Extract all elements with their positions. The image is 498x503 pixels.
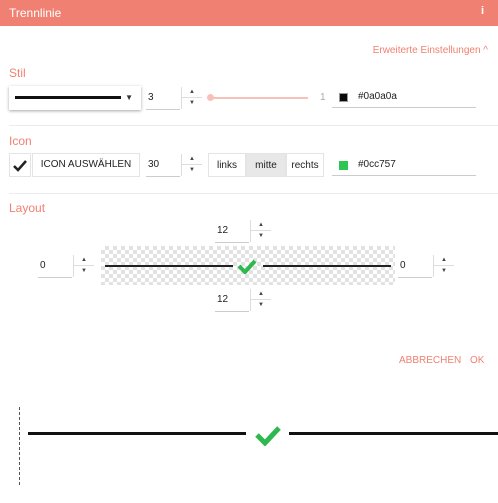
icon-size-input[interactable]: 30: [146, 155, 180, 177]
preview-line-left: [105, 265, 233, 267]
stepper-down-icon[interactable]: ▼: [182, 98, 202, 109]
margin-top-stepper[interactable]: ▲ ▼: [250, 220, 271, 242]
stepper-up-icon[interactable]: ▲: [182, 87, 202, 98]
cursor-guide: [19, 407, 20, 485]
document-line-left: [28, 432, 246, 435]
stepper-down-icon[interactable]: ▼: [251, 231, 271, 242]
choose-icon-button[interactable]: ICON AUSWÄHLEN: [32, 153, 140, 177]
margin-left-stepper[interactable]: ▲ ▼: [73, 255, 94, 277]
check-icon: [237, 259, 257, 274]
icon-color-field[interactable]: #0cc757: [332, 154, 476, 176]
dialog-title: Trennlinie: [9, 6, 62, 20]
check-icon: [255, 426, 281, 446]
margin-bottom-stepper[interactable]: ▲ ▼: [250, 289, 271, 311]
cancel-button[interactable]: ABBRECHEN: [399, 355, 461, 366]
stepper-up-icon[interactable]: ▲: [251, 220, 271, 231]
info-icon[interactable]: i: [481, 5, 484, 17]
chevron-down-icon: ▼: [125, 93, 133, 102]
layout-section-label: Layout: [9, 201, 46, 215]
line-style-preview: [15, 96, 121, 99]
icon-size-stepper[interactable]: ▲ ▼: [181, 154, 202, 176]
margin-bottom-input[interactable]: 12: [215, 290, 249, 312]
advanced-settings-link[interactable]: Erweiterte Einstellungen ^: [373, 45, 488, 56]
align-left-button[interactable]: links: [208, 153, 246, 177]
stepper-up-icon[interactable]: ▲: [182, 154, 202, 165]
icon-preview-button[interactable]: [9, 153, 31, 177]
icon-section-label: Icon: [9, 134, 32, 148]
ok-button[interactable]: OK: [470, 355, 484, 366]
margin-top-input[interactable]: 12: [215, 221, 249, 243]
document-line-right: [289, 432, 498, 435]
line-opacity-slider[interactable]: [210, 97, 308, 99]
stepper-up-icon[interactable]: ▲: [74, 255, 94, 266]
line-width-input[interactable]: 3: [146, 88, 180, 110]
check-icon: [13, 160, 27, 172]
stepper-up-icon[interactable]: ▲: [251, 289, 271, 300]
icon-color-swatch[interactable]: [339, 161, 348, 170]
layout-preview: [101, 246, 395, 285]
line-color-hex: #0a0a0a: [358, 91, 397, 102]
divider: [9, 193, 498, 194]
line-width-stepper[interactable]: ▲ ▼: [181, 87, 202, 109]
stepper-down-icon[interactable]: ▼: [182, 165, 202, 176]
align-right-button[interactable]: rechts: [286, 153, 324, 177]
align-center-button[interactable]: mitte: [246, 153, 286, 177]
margin-right-input[interactable]: 0: [398, 256, 432, 278]
stepper-down-icon[interactable]: ▼: [434, 266, 454, 277]
icon-color-hex: #0cc757: [358, 159, 396, 170]
line-style-select[interactable]: ▼: [9, 86, 141, 110]
dialog-titlebar: Trennlinie i: [0, 0, 498, 26]
style-section-label: Stil: [9, 66, 26, 80]
line-color-swatch[interactable]: [339, 93, 348, 102]
divider: [9, 125, 498, 126]
stepper-down-icon[interactable]: ▼: [251, 300, 271, 311]
line-color-field[interactable]: #0a0a0a: [332, 86, 476, 108]
stepper-up-icon[interactable]: ▲: [434, 255, 454, 266]
margin-right-stepper[interactable]: ▲ ▼: [433, 255, 454, 277]
margin-left-input[interactable]: 0: [38, 256, 72, 278]
preview-line-right: [263, 265, 391, 267]
stepper-down-icon[interactable]: ▼: [74, 266, 94, 277]
slider-max-value: 1: [320, 92, 326, 103]
slider-thumb[interactable]: [207, 94, 214, 101]
